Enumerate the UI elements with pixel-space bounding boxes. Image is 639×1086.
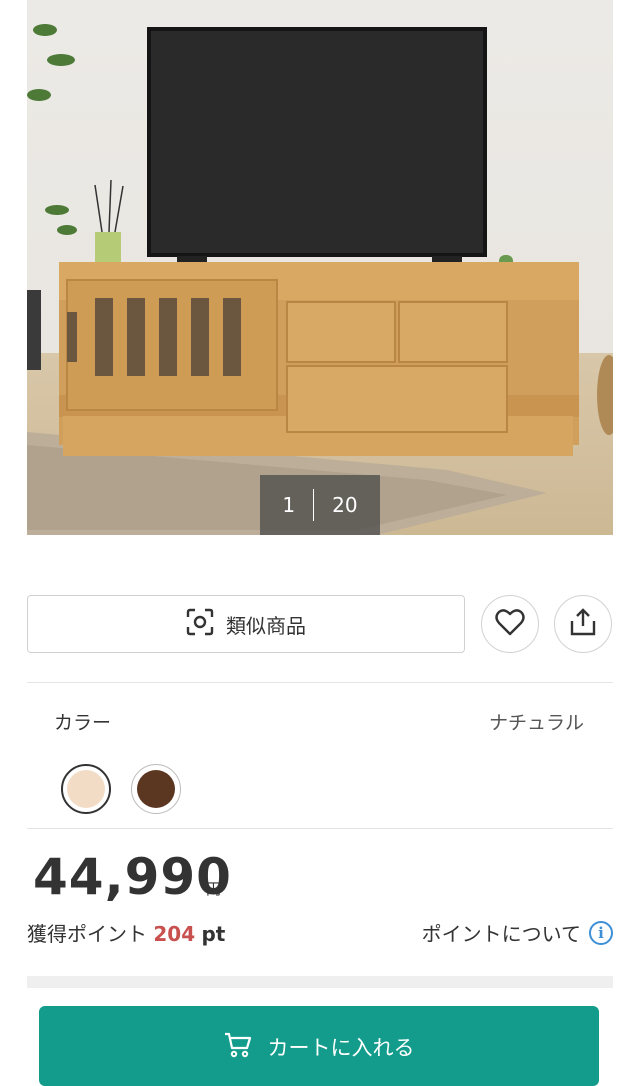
share-button[interactable] — [554, 595, 612, 653]
add-to-cart-label: カートに入れる — [267, 1036, 415, 1060]
color-swatch-brown[interactable] — [131, 764, 181, 814]
points-unit: pt — [201, 922, 226, 946]
price-unit: 円 — [206, 880, 222, 898]
similar-products-button[interactable]: 類似商品 — [27, 595, 465, 653]
share-icon — [568, 607, 598, 641]
pager-total: 20 — [332, 493, 358, 517]
cart-icon — [224, 1032, 252, 1063]
color-label: カラー — [54, 712, 112, 734]
add-to-cart-button[interactable]: カートに入れる — [39, 1006, 599, 1086]
image-pager: 1 20 — [260, 475, 380, 535]
price-amount: 44,990 — [33, 848, 232, 906]
about-points-link[interactable]: ポイントについて i — [422, 918, 613, 947]
swatch-fill — [67, 770, 105, 808]
points-label: 獲得ポイント — [27, 922, 147, 946]
swatch-fill — [137, 770, 175, 808]
similar-products-label: 類似商品 — [226, 613, 306, 638]
info-icon: i — [589, 920, 613, 945]
section-separator — [27, 976, 613, 988]
scan-icon — [186, 608, 214, 641]
points-value: 204 — [153, 922, 196, 946]
selected-color-name: ナチュラル — [488, 712, 584, 734]
heart-icon — [495, 608, 525, 640]
pager-current: 1 — [282, 493, 296, 517]
about-points-label: ポイントについて — [421, 922, 581, 946]
earned-points: 獲得ポイント 204 pt — [27, 918, 225, 947]
product-image[interactable] — [27, 0, 613, 535]
favorite-button[interactable] — [481, 595, 539, 653]
section-divider — [27, 828, 613, 829]
tv-stand-photo — [27, 24, 613, 535]
color-swatch-natural[interactable] — [61, 764, 111, 814]
section-divider — [27, 682, 613, 683]
pager-divider — [313, 489, 315, 521]
